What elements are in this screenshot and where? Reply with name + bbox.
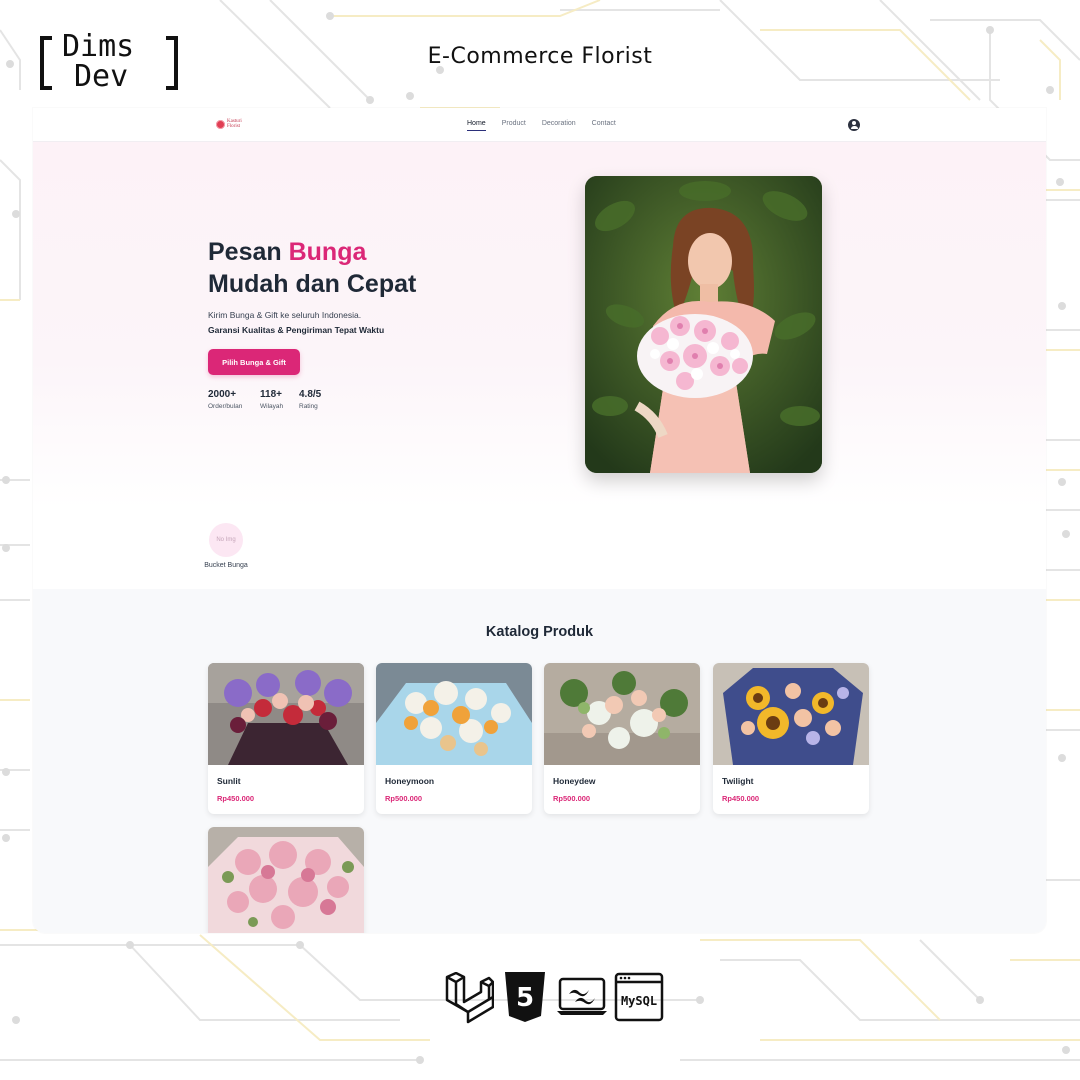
product-price: Rp500.000 bbox=[553, 794, 591, 803]
nav-link-contact[interactable]: Contact bbox=[592, 120, 616, 131]
product-card[interactable] bbox=[208, 827, 364, 933]
product-price: Rp500.000 bbox=[385, 794, 423, 803]
hero-title-accent: Bunga bbox=[288, 238, 367, 266]
product-name: Honeymoon bbox=[385, 776, 435, 786]
laravel-icon bbox=[445, 972, 494, 1024]
product-name: Sunlit bbox=[217, 776, 241, 786]
product-card[interactable]: Twilight Rp450.000 bbox=[713, 663, 869, 814]
flower-logo-icon bbox=[216, 119, 225, 129]
stat-value: 118+ bbox=[260, 389, 282, 400]
nav-link-product[interactable]: Product bbox=[502, 120, 526, 131]
product-price: Rp450.000 bbox=[722, 794, 760, 803]
choose-flower-button[interactable]: Pilih Bunga & Gift bbox=[208, 349, 300, 375]
html5-icon: 5 bbox=[505, 972, 545, 1022]
nav-link-decoration[interactable]: Decoration bbox=[542, 120, 576, 131]
stat-rating: 4.8/5 Rating bbox=[299, 389, 321, 410]
product-card[interactable]: Sunlit Rp450.000 bbox=[208, 663, 364, 814]
navbar: Kasturi Florist Home Product Decoration … bbox=[33, 108, 1046, 142]
mysql-icon: MySQL bbox=[614, 972, 664, 1022]
hero-photo bbox=[585, 176, 822, 473]
stat-regions: 118+ Wilayah bbox=[260, 389, 283, 410]
nav-links: Home Product Decoration Contact bbox=[467, 120, 632, 131]
product-card[interactable]: Honeymoon Rp500.000 bbox=[376, 663, 532, 814]
product-name: Honeydew bbox=[553, 776, 596, 786]
product-image bbox=[544, 663, 700, 765]
catalog-section: Katalog Produk Sunlit Rp450.000 Honeymoo… bbox=[33, 589, 1046, 933]
product-image bbox=[376, 663, 532, 765]
hero-title: Pesan Bunga Mudah dan Cepat bbox=[208, 236, 416, 300]
hero-subtitle-bold: Garansi Kualitas & Pengiriman Tepat Wakt… bbox=[208, 325, 385, 335]
page-title: E-Commerce Florist bbox=[427, 44, 653, 69]
hero-subtitle: Kirim Bunga & Gift ke seluruh Indonesia. bbox=[208, 310, 362, 320]
product-card[interactable]: Honeydew Rp500.000 bbox=[544, 663, 700, 814]
tailwind-icon bbox=[557, 977, 607, 1015]
store-logo-line-2: Florist bbox=[227, 124, 241, 129]
html5-label: 5 bbox=[516, 983, 534, 1013]
stat-label: Wilayah bbox=[260, 403, 284, 410]
hero-title-part1: Pesan bbox=[208, 238, 289, 266]
nav-link-home[interactable]: Home bbox=[467, 120, 486, 131]
category-label: Bucket Bunga bbox=[204, 562, 248, 569]
category-item[interactable]: No Img Bucket Bunga bbox=[201, 523, 251, 569]
stat-value: 2000+ bbox=[208, 389, 237, 400]
product-image bbox=[713, 663, 869, 765]
app-window: Kasturi Florist Home Product Decoration … bbox=[33, 108, 1046, 933]
stat-orders: 2000+ Order/bulan bbox=[208, 389, 242, 410]
stat-value: 4.8/5 bbox=[299, 389, 322, 400]
stat-label: Order/bulan bbox=[208, 403, 243, 410]
stat-label: Rating bbox=[299, 403, 318, 410]
category-image-placeholder: No Img bbox=[209, 523, 243, 557]
mysql-label: MySQL bbox=[621, 994, 657, 1008]
store-logo[interactable]: Kasturi Florist bbox=[216, 119, 242, 129]
hero-section: Pesan Bunga Mudah dan Cepat Kirim Bunga … bbox=[33, 142, 1046, 508]
product-name: Twilight bbox=[722, 776, 754, 786]
product-price: Rp450.000 bbox=[217, 794, 255, 803]
product-image bbox=[208, 827, 364, 933]
user-circle-icon[interactable] bbox=[848, 119, 860, 131]
hero-title-line2: Mudah dan Cepat bbox=[208, 270, 417, 298]
catalog-title: Katalog Produk bbox=[485, 624, 594, 640]
product-image bbox=[208, 663, 364, 765]
